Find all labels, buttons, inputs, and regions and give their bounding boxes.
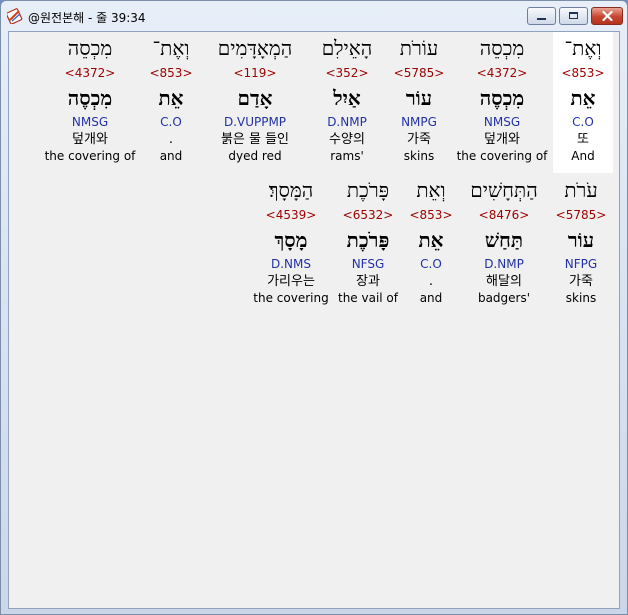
hebrew-lemma: אֵת [570,86,596,110]
hebrew-lemma: אָדַם [237,86,273,110]
hebrew-lemma: פָּרֹכֶת [346,228,390,252]
english-gloss: skins [565,291,597,305]
hebrew-lemma: עוֹר [405,86,433,110]
strongs-number[interactable]: <853> [141,64,201,82]
korean-gloss: 수양의 [329,132,365,147]
word-block[interactable]: הָאֵילִם <352> אַיִל D.NMP 수양의 rams' [309,32,385,165]
hebrew-lemma: אֵת [158,86,184,110]
minimize-button[interactable] [527,7,556,25]
word-block[interactable]: פָּרֹכֶת <6532> פָּרֹכֶת NFSG 장과 the vai… [335,174,401,307]
hebrew-lemma: מָסָךְ [274,228,308,252]
word-block[interactable]: וְאֶת־ <853> אֵת C.O . and [141,32,201,165]
english-gloss: skins [403,149,435,163]
english-gloss: the vail of [337,291,398,305]
hebrew-lemma: מִכְסֶה [479,86,525,110]
korean-gloss: 덮개와 [484,132,520,147]
hebrew-word: הַמָּסָךְ׃ [268,178,314,202]
close-icon [602,11,613,21]
strongs-number[interactable]: <853> [553,64,613,82]
word-block[interactable]: הַמָּסָךְ׃ <4539> מָסָךְ D.NMS 가리우는 the … [251,174,331,307]
parsing-code: NMPG [401,115,437,129]
app-icon[interactable] [5,8,23,25]
hebrew-lemma: עוֹר [567,228,595,252]
hebrew-word: עֹרֹת [564,178,598,202]
maximize-icon [569,12,578,19]
parsing-code: C.O [572,115,594,129]
word-block[interactable]: עוֹרֹת <5785> עוֹר NMPG 가죽 skins [389,32,449,165]
parsing-code: C.O [160,115,182,129]
word-block[interactable]: וְאֵת <853> אֵת C.O . and [403,174,459,307]
korean-gloss: 해달의 [486,274,522,289]
maximize-button[interactable] [559,7,588,25]
korean-gloss: 가리우는 [267,274,315,289]
word-block[interactable]: מִכְסֵה <4372> מִכְסֶה NMSG 덮개와 the cove… [43,32,137,165]
parsing-code: D.VUPPMP [223,115,287,129]
app-window: @원전본해 - 줄 39:34 וְאֶת־ <853> אֵת C.O 또 A… [0,0,628,615]
word-block[interactable]: הַמְאָדָּמִים <119> אָדַם D.VUPPMP 붉은 물 … [205,32,305,165]
english-gloss: the covering of [44,149,136,163]
strongs-number[interactable]: <5785> [389,64,449,82]
parsing-code: NFPG [564,257,598,271]
window-title: @원전본해 - 줄 39:34 [28,11,146,25]
korean-gloss: 덮개와 [72,132,108,147]
strongs-number[interactable]: <4372> [455,64,549,82]
close-button[interactable] [591,7,623,25]
english-gloss: rams' [330,149,364,163]
english-gloss: the covering [253,291,329,305]
parsing-code: D.NMP [484,257,524,271]
hebrew-lemma: אַיִל [333,86,361,110]
parsing-code: D.NMP [327,115,367,129]
hebrew-word: הַמְאָדָּמִים [217,36,293,60]
hebrew-lemma: תַּחַשׁ [484,228,524,252]
strongs-number[interactable]: <853> [403,206,459,224]
strongs-number[interactable]: <4539> [251,206,331,224]
korean-gloss: . [428,274,434,289]
parsing-code: NMSG [71,115,109,129]
parsing-code: C.O [420,257,442,271]
korean-gloss: 또 [577,132,589,147]
hebrew-word: פָּרֹכֶת [346,178,390,202]
strongs-number[interactable]: <352> [309,64,385,82]
hebrew-word: הַתְּחָשִׁים [470,178,538,202]
word-block[interactable]: עֹרֹת <5785> עוֹר NFPG 가죽 skins [553,174,609,307]
minimize-icon [537,18,546,20]
hebrew-lemma: אֵת [418,228,444,252]
korean-gloss: . [168,132,174,147]
hebrew-word: וְאֶת־ [564,36,602,60]
strongs-number[interactable]: <4372> [43,64,137,82]
hebrew-word: וְאֶת־ [152,36,190,60]
hebrew-word: מִכְסֵה [479,36,525,60]
strongs-number[interactable]: <5785> [553,206,609,224]
english-gloss: dyed red [228,149,282,163]
parsing-code: NFSG [351,257,385,271]
english-gloss: badgers' [477,291,531,305]
hebrew-word: וְאֵת [416,178,446,202]
hebrew-word: עוֹרֹת [399,36,439,60]
parsing-code: D.NMS [270,257,311,271]
title-bar[interactable]: @원전본해 - 줄 39:34 [1,1,627,31]
korean-gloss: 가죽 [569,274,593,289]
korean-gloss: 붉은 물 들인 [220,132,290,147]
strongs-number[interactable]: <8476> [461,206,547,224]
hebrew-word: מִכְסֵה [67,36,113,60]
interlinear-view[interactable]: וְאֶת־ <853> אֵת C.O 또 And מִכְסֵה <4372… [8,31,620,609]
parsing-code: NMSG [483,115,521,129]
korean-gloss: 장과 [356,274,380,289]
strongs-number[interactable]: <6532> [335,206,401,224]
english-gloss: and [419,291,443,305]
word-block[interactable]: וְאֶת־ <853> אֵת C.O 또 And [553,32,613,173]
hebrew-word: הָאֵילִם [321,36,373,60]
hebrew-lemma: מִכְסֶה [67,86,113,110]
korean-gloss: 가죽 [407,132,431,147]
word-block[interactable]: הַתְּחָשִׁים <8476> תַּחַשׁ D.NMP 해달의 ba… [461,174,547,307]
english-gloss: the covering of [456,149,548,163]
strongs-number[interactable]: <119> [205,64,305,82]
word-block[interactable]: מִכְסֵה <4372> מִכְסֶה NMSG 덮개와 the cove… [455,32,549,165]
english-gloss: and [159,149,183,163]
english-gloss: And [571,149,595,163]
